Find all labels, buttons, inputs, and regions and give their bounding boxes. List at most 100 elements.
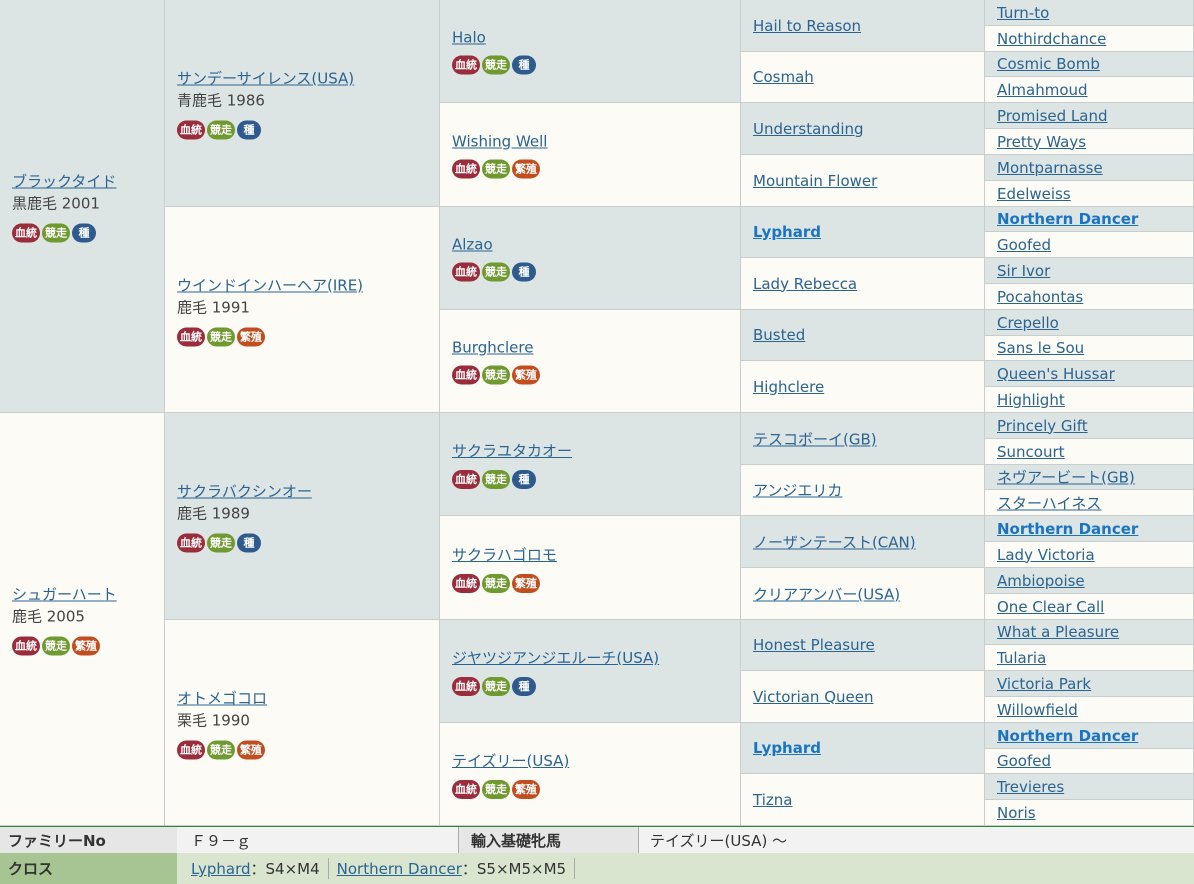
horse-name-link[interactable]: Crepello [997, 314, 1059, 332]
horse-name-link[interactable]: Noris [997, 804, 1036, 822]
broodmare-badge[interactable]: 繁殖 [512, 365, 540, 385]
horse-name-link[interactable]: Suncourt [997, 443, 1065, 461]
horse-name-link[interactable]: Montparnasse [997, 159, 1103, 177]
horse-name-link[interactable]: テイズリー(USA) [452, 752, 569, 770]
racing-badge[interactable]: 競走 [482, 677, 510, 696]
horse-name-link[interactable]: Promised Land [997, 107, 1108, 125]
horse-name-link[interactable]: Ambiopoise [997, 572, 1085, 590]
bloodline-badge[interactable]: 血統 [452, 159, 480, 178]
broodmare-badge[interactable]: 繁殖 [237, 327, 265, 346]
racing-badge[interactable]: 競走 [207, 327, 235, 346]
horse-name-link[interactable]: Wishing Well [452, 132, 547, 150]
horse-name-link[interactable]: Trevieres [997, 778, 1064, 796]
horse-name-link[interactable]: Understanding [753, 120, 864, 138]
horse-name-link[interactable]: Highlight [997, 391, 1065, 409]
racing-badge[interactable]: 競走 [207, 740, 235, 759]
horse-name-link[interactable]: サクラバクシンオー [177, 483, 312, 501]
broodmare-badge[interactable]: 繁殖 [512, 573, 540, 593]
horse-name-link[interactable]: Lady Victoria [997, 546, 1095, 564]
horse-name-link[interactable]: Victorian Queen [753, 688, 873, 706]
cross-link-northern-dancer[interactable]: Northern Dancer [337, 860, 462, 878]
horse-name-link[interactable]: Queen's Hussar [997, 365, 1115, 383]
bloodline-badge[interactable]: 血統 [452, 55, 480, 75]
horse-name-link[interactable]: Goofed [997, 236, 1051, 254]
horse-name-link[interactable]: サクラユタカオー [452, 442, 572, 460]
stallion-badge[interactable]: 種 [237, 533, 261, 553]
bloodline-badge[interactable]: 血統 [452, 365, 480, 385]
horse-name-link[interactable]: Northern Dancer [997, 727, 1138, 745]
horse-name-link[interactable]: スターハイネス [997, 494, 1101, 512]
horse-name-link[interactable]: シュガーハート [12, 586, 117, 604]
racing-badge[interactable]: 競走 [207, 120, 235, 140]
racing-badge[interactable]: 競走 [42, 636, 70, 656]
bloodline-badge[interactable]: 血統 [177, 327, 205, 346]
racing-badge[interactable]: 競走 [482, 159, 510, 178]
stallion-badge[interactable]: 種 [512, 677, 536, 696]
horse-name-link[interactable]: Tularia [997, 649, 1046, 667]
stallion-badge[interactable]: 種 [72, 223, 96, 243]
horse-name-link[interactable]: アンジエリカ [753, 482, 842, 500]
horse-name-link[interactable]: Pocahontas [997, 288, 1083, 306]
horse-name-link[interactable]: Highclere [753, 378, 824, 396]
horse-name-link[interactable]: Sans le Sou [997, 339, 1084, 357]
bloodline-badge[interactable]: 血統 [12, 223, 40, 243]
broodmare-badge[interactable]: 繁殖 [237, 740, 265, 759]
horse-name-link[interactable]: ウインドインハーヘア(IRE) [177, 276, 363, 294]
racing-badge[interactable]: 競走 [482, 262, 510, 282]
horse-name-link[interactable]: Busted [753, 326, 805, 344]
racing-badge[interactable]: 競走 [207, 533, 235, 553]
horse-name-link[interactable]: Cosmic Bomb [997, 55, 1100, 73]
bloodline-badge[interactable]: 血統 [452, 573, 480, 593]
bloodline-badge[interactable]: 血統 [177, 740, 205, 759]
horse-name-link[interactable]: Honest Pleasure [753, 636, 875, 654]
horse-name-link[interactable]: Burghclere [452, 339, 533, 357]
horse-name-link[interactable]: ネヴアービート(GB) [997, 469, 1135, 487]
racing-badge[interactable]: 競走 [482, 573, 510, 593]
bloodline-badge[interactable]: 血統 [177, 120, 205, 140]
horse-name-link[interactable]: サクラハゴロモ [452, 546, 557, 564]
stallion-badge[interactable]: 種 [512, 262, 536, 282]
horse-name-link[interactable]: クリアアンバー(USA) [753, 585, 900, 603]
bloodline-badge[interactable]: 血統 [12, 636, 40, 656]
horse-name-link[interactable]: Tizna [753, 791, 792, 809]
horse-name-link[interactable]: What a Pleasure [997, 623, 1119, 641]
horse-name-link[interactable]: ブラックタイド [12, 173, 116, 191]
horse-name-link[interactable]: Lady Rebecca [753, 275, 857, 293]
racing-badge[interactable]: 競走 [482, 365, 510, 385]
horse-name-link[interactable]: Lyphard [753, 739, 821, 757]
horse-name-link[interactable]: オトメゴコロ [177, 689, 267, 707]
bloodline-badge[interactable]: 血統 [452, 262, 480, 282]
horse-name-link[interactable]: Northern Dancer [997, 210, 1138, 228]
racing-badge[interactable]: 競走 [42, 223, 70, 243]
horse-name-link[interactable]: Northern Dancer [997, 520, 1138, 538]
broodmare-badge[interactable]: 繁殖 [512, 159, 540, 178]
stallion-badge[interactable]: 種 [237, 120, 261, 140]
horse-name-link[interactable]: テスコボーイ(GB) [753, 430, 877, 448]
racing-badge[interactable]: 競走 [482, 780, 510, 799]
horse-name-link[interactable]: Sir Ivor [997, 262, 1050, 280]
horse-name-link[interactable]: Almahmoud [997, 81, 1088, 99]
horse-name-link[interactable]: Halo [452, 29, 486, 47]
horse-name-link[interactable]: Victoria Park [997, 675, 1091, 693]
horse-name-link[interactable]: Mountain Flower [753, 172, 877, 190]
stallion-badge[interactable]: 種 [512, 470, 536, 489]
horse-name-link[interactable]: Hail to Reason [753, 17, 861, 35]
racing-badge[interactable]: 競走 [482, 55, 510, 75]
horse-name-link[interactable]: サンデーサイレンス(USA) [177, 70, 354, 88]
stallion-badge[interactable]: 種 [512, 55, 536, 75]
broodmare-badge[interactable]: 繁殖 [72, 636, 100, 656]
horse-name-link[interactable]: Nothirdchance [997, 30, 1106, 48]
horse-name-link[interactable]: Alzao [452, 236, 493, 254]
bloodline-badge[interactable]: 血統 [177, 533, 205, 553]
horse-name-link[interactable]: Cosmah [753, 68, 814, 86]
horse-name-link[interactable]: Princely Gift [997, 417, 1088, 435]
bloodline-badge[interactable]: 血統 [452, 780, 480, 799]
horse-name-link[interactable]: Willowfield [997, 701, 1078, 719]
bloodline-badge[interactable]: 血統 [452, 677, 480, 696]
horse-name-link[interactable]: Pretty Ways [997, 133, 1086, 151]
horse-name-link[interactable]: One Clear Call [997, 598, 1104, 616]
horse-name-link[interactable]: ジヤツジアンジエルーチ(USA) [452, 649, 659, 667]
horse-name-link[interactable]: Lyphard [753, 223, 821, 241]
horse-name-link[interactable]: Edelweiss [997, 185, 1071, 203]
racing-badge[interactable]: 競走 [482, 470, 510, 489]
